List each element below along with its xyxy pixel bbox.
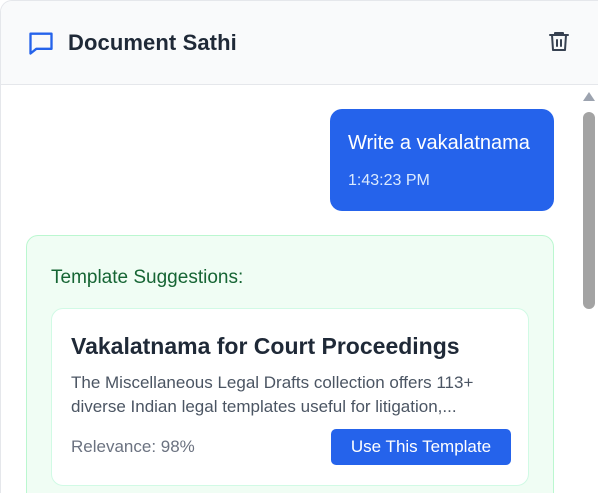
chat-bubble-icon <box>27 29 55 57</box>
message-timestamp: 1:43:23 PM <box>348 172 430 189</box>
scrollbar-thumb[interactable] <box>583 112 595 309</box>
user-message: Write a vakalatnama 1:43:23 PM <box>330 109 554 211</box>
scroll-up-arrow-icon[interactable] <box>583 92 595 101</box>
template-card: Vakalatnama for Court Proceedings The Mi… <box>51 308 529 486</box>
template-title: Vakalatnama for Court Proceedings <box>71 333 460 359</box>
chat-panel: Document Sathi Write a vakalatnama 1:43:… <box>0 0 598 493</box>
chat-header: Document Sathi <box>1 1 598 85</box>
clear-chat-button[interactable] <box>545 29 573 57</box>
scrollbar[interactable] <box>579 85 598 493</box>
suggestions-heading: Template Suggestions: <box>51 267 244 288</box>
app-title: Document Sathi <box>68 30 237 55</box>
message-list[interactable]: Write a vakalatnama 1:43:23 PM Template … <box>1 85 579 493</box>
user-message-text: Write a vakalatnama <box>348 132 530 154</box>
template-description: The Miscellaneous Legal Drafts collectio… <box>71 373 474 416</box>
trash-icon <box>547 29 571 58</box>
template-suggestions: Template Suggestions: Vakalatnama for Co… <box>26 235 554 493</box>
relevance-score: Relevance: 98% <box>71 437 195 456</box>
use-template-button[interactable]: Use This Template <box>331 429 511 465</box>
